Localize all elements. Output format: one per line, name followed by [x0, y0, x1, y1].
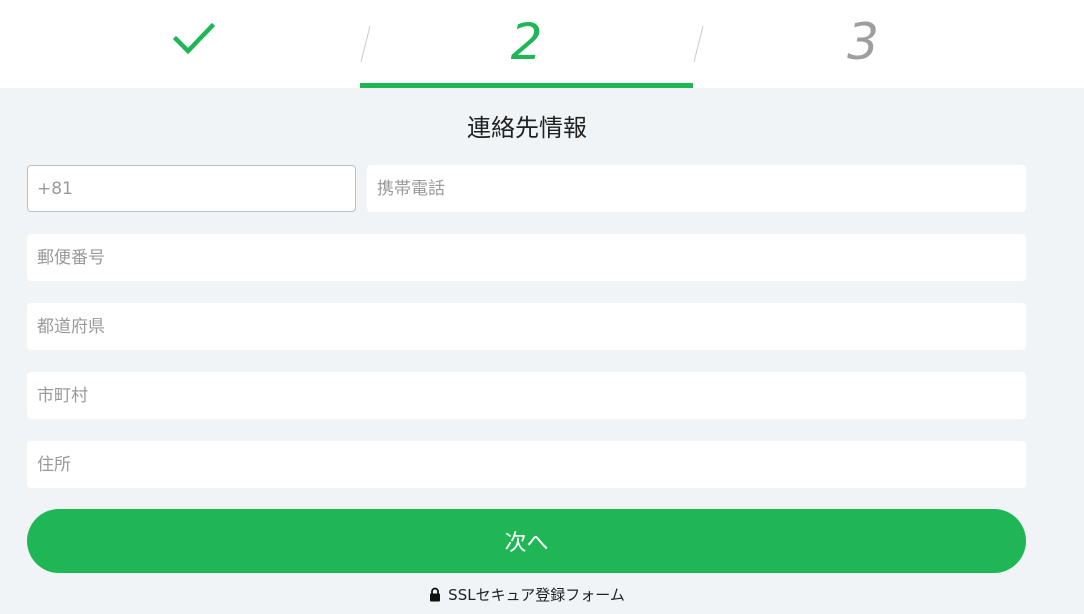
city-input[interactable]	[27, 372, 1026, 419]
mobile-phone-input[interactable]	[367, 165, 1026, 212]
progress-stepper: 2 3	[0, 0, 1084, 88]
postal-code-input[interactable]	[27, 234, 1026, 281]
prefecture-input[interactable]	[27, 303, 1026, 350]
next-button-label: 次へ	[504, 531, 549, 556]
step-2-current: 2	[360, 0, 693, 88]
country-code-input[interactable]	[27, 165, 356, 212]
step-3-upcoming: 3	[693, 0, 1033, 88]
step-number: 3	[847, 13, 879, 71]
step-1-completed	[27, 0, 360, 88]
active-step-indicator	[360, 83, 693, 88]
page-title: 連絡先情報	[467, 114, 587, 142]
address-input[interactable]	[27, 441, 1026, 488]
ssl-note-text: SSLセキュア登録フォーム	[448, 586, 625, 604]
lock-icon	[430, 587, 441, 602]
check-icon	[172, 22, 215, 55]
next-button[interactable]: 次へ	[27, 509, 1026, 573]
step-number: 2	[510, 13, 543, 71]
ssl-secure-note: SSLセキュア登録フォーム	[0, 584, 1054, 605]
